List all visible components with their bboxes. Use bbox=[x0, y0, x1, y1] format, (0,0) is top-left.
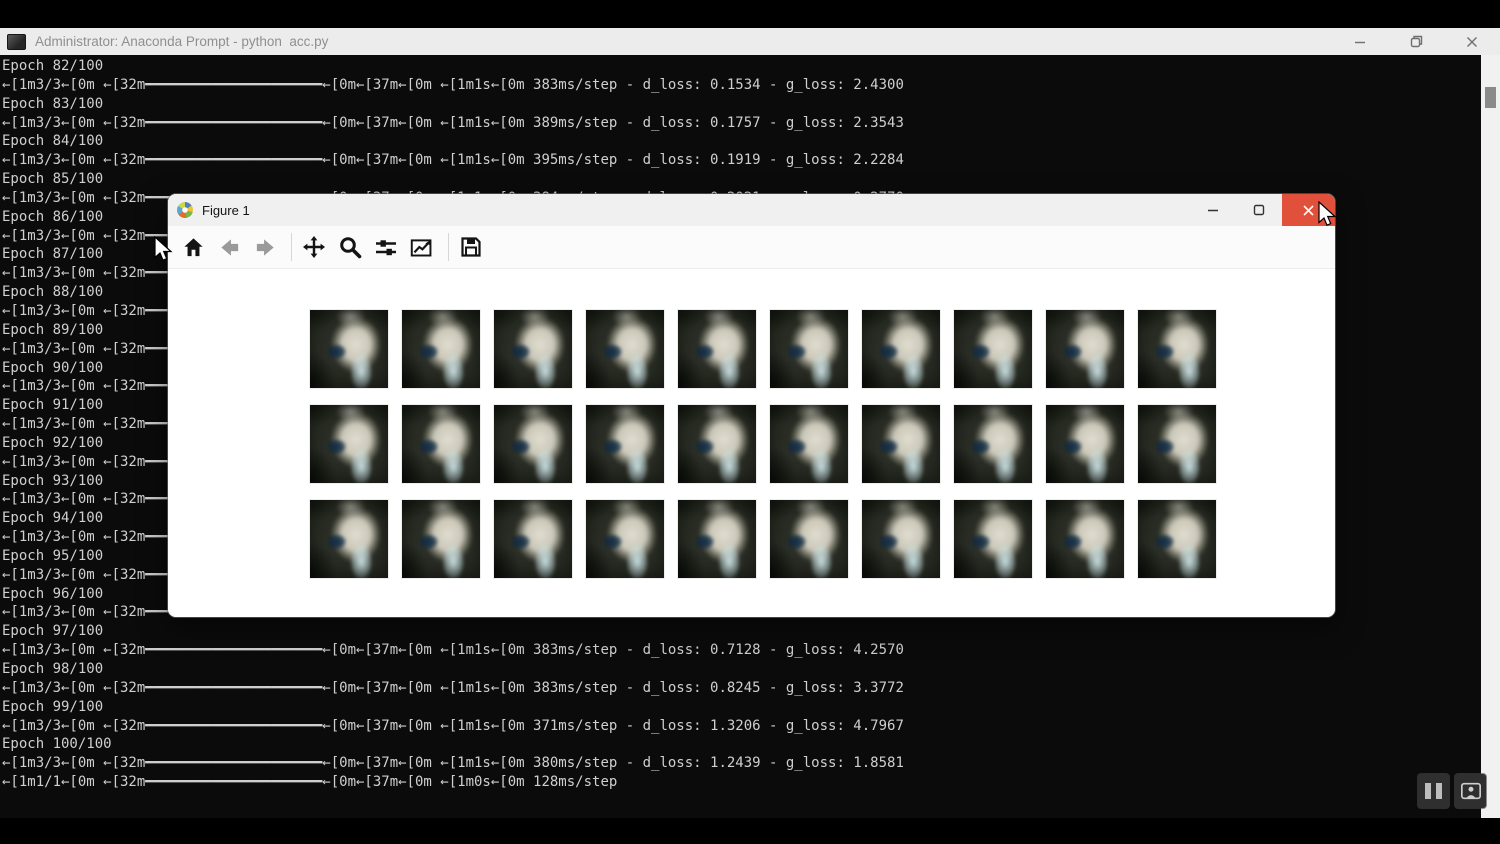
terminal-line: Epoch 97/100 bbox=[2, 622, 1481, 641]
generated-image-tile bbox=[494, 405, 572, 483]
terminal-minimize-button[interactable] bbox=[1332, 28, 1388, 55]
forward-button[interactable] bbox=[253, 235, 277, 259]
generated-image-tile bbox=[1046, 500, 1124, 578]
figure-maximize-button[interactable] bbox=[1236, 194, 1282, 226]
save-button[interactable] bbox=[459, 235, 483, 259]
figure-close-button[interactable] bbox=[1282, 194, 1335, 226]
home-icon bbox=[182, 236, 205, 259]
generated-image-tile bbox=[678, 310, 756, 388]
edit-axes-button[interactable] bbox=[410, 235, 434, 259]
pan-button[interactable] bbox=[302, 235, 326, 259]
presenter-button[interactable] bbox=[1455, 774, 1486, 808]
home-button[interactable] bbox=[181, 235, 205, 259]
generated-image-tile bbox=[586, 500, 664, 578]
generated-image-tile bbox=[678, 405, 756, 483]
terminal-line: ←[1m3/3←[0m ←[32m━━━━━━━━━━━━━━━━━━━━━←[… bbox=[2, 717, 1481, 736]
generated-image-tile bbox=[678, 500, 756, 578]
matplotlib-logo-icon bbox=[177, 202, 193, 218]
scrollbar-thumb[interactable] bbox=[1485, 87, 1496, 108]
generated-image-tile bbox=[954, 310, 1032, 388]
terminal-window-title: Administrator: Anaconda Prompt - python … bbox=[35, 34, 328, 49]
terminal-line: Epoch 85/100 bbox=[2, 170, 1481, 189]
terminal-line: ←[1m3/3←[0m ←[32m━━━━━━━━━━━━━━━━━━━━━←[… bbox=[2, 151, 1481, 170]
figure-title: Figure 1 bbox=[202, 203, 250, 218]
forward-arrow-icon bbox=[254, 236, 277, 259]
terminal-line: Epoch 82/100 bbox=[2, 57, 1481, 76]
back-button[interactable] bbox=[217, 235, 241, 259]
generated-image-grid bbox=[310, 310, 1216, 578]
terminal-close-button[interactable] bbox=[1444, 28, 1500, 55]
terminal-line: ←[1m3/3←[0m ←[32m━━━━━━━━━━━━━━━━━━━━━←[… bbox=[2, 679, 1481, 698]
close-icon bbox=[1466, 36, 1478, 48]
generated-image-tile bbox=[862, 405, 940, 483]
terminal-titlebar: Administrator: Anaconda Prompt - python … bbox=[0, 28, 1500, 55]
console-app-icon bbox=[7, 34, 26, 50]
terminal-line: ←[1m3/3←[0m ←[32m━━━━━━━━━━━━━━━━━━━━━←[… bbox=[2, 76, 1481, 95]
minimize-icon bbox=[1354, 36, 1366, 48]
pan-icon bbox=[302, 235, 326, 259]
generated-image-tile bbox=[954, 405, 1032, 483]
generated-image-tile bbox=[1138, 405, 1216, 483]
configure-subplots-button[interactable] bbox=[374, 235, 398, 259]
terminal-line: ←[1m1/1←[0m ←[32m━━━━━━━━━━━━━━━━━━━━━←[… bbox=[2, 773, 1481, 792]
terminal-line: ←[1m3/3←[0m ←[32m━━━━━━━━━━━━━━━━━━━━━←[… bbox=[2, 754, 1481, 773]
generated-image-tile bbox=[402, 310, 480, 388]
terminal-line: Epoch 84/100 bbox=[2, 132, 1481, 151]
generated-image-tile bbox=[1046, 310, 1124, 388]
zoom-button[interactable] bbox=[338, 235, 362, 259]
generated-image-tile bbox=[770, 500, 848, 578]
generated-image-tile bbox=[310, 405, 388, 483]
media-overlay bbox=[1418, 774, 1492, 808]
pause-button[interactable] bbox=[1418, 774, 1449, 808]
generated-image-tile bbox=[862, 500, 940, 578]
generated-image-tile bbox=[310, 310, 388, 388]
close-icon bbox=[1302, 204, 1315, 217]
figure-canvas bbox=[168, 269, 1335, 617]
figure-minimize-button[interactable] bbox=[1190, 194, 1236, 226]
generated-image-tile bbox=[494, 500, 572, 578]
generated-image-tile bbox=[1138, 310, 1216, 388]
back-arrow-icon bbox=[218, 236, 241, 259]
generated-image-tile bbox=[954, 500, 1032, 578]
figure-toolbar bbox=[168, 226, 1335, 269]
person-frame-icon bbox=[1460, 781, 1482, 801]
generated-image-tile bbox=[402, 500, 480, 578]
generated-image-tile bbox=[770, 405, 848, 483]
maximize-icon bbox=[1253, 204, 1265, 216]
generated-image-tile bbox=[1046, 405, 1124, 483]
restore-icon bbox=[1410, 35, 1423, 48]
terminal-restore-button[interactable] bbox=[1388, 28, 1444, 55]
terminal-line: Epoch 99/100 bbox=[2, 698, 1481, 717]
terminal-line: ←[1m3/3←[0m ←[32m━━━━━━━━━━━━━━━━━━━━━←[… bbox=[2, 114, 1481, 133]
generated-image-tile bbox=[586, 310, 664, 388]
save-floppy-icon bbox=[459, 235, 483, 259]
sliders-icon bbox=[374, 235, 398, 260]
generated-image-tile bbox=[1138, 500, 1216, 578]
figure-window: Figure 1 bbox=[168, 194, 1335, 617]
minimize-icon bbox=[1207, 204, 1219, 216]
terminal-line: Epoch 100/100 bbox=[2, 735, 1481, 754]
generated-image-tile bbox=[862, 310, 940, 388]
toolbar-separator bbox=[291, 233, 292, 261]
generated-image-tile bbox=[586, 405, 664, 483]
pause-icon bbox=[1425, 783, 1442, 799]
toolbar-separator bbox=[448, 233, 449, 261]
line-chart-icon bbox=[410, 235, 434, 260]
generated-image-tile bbox=[402, 405, 480, 483]
figure-titlebar[interactable]: Figure 1 bbox=[168, 194, 1335, 226]
terminal-line: ←[1m3/3←[0m ←[32m━━━━━━━━━━━━━━━━━━━━━←[… bbox=[2, 641, 1481, 660]
generated-image-tile bbox=[494, 310, 572, 388]
terminal-scrollbar[interactable] bbox=[1481, 55, 1500, 818]
generated-image-tile bbox=[310, 500, 388, 578]
terminal-line: Epoch 83/100 bbox=[2, 95, 1481, 114]
terminal-line: Epoch 98/100 bbox=[2, 660, 1481, 679]
generated-image-tile bbox=[770, 310, 848, 388]
magnifier-icon bbox=[338, 235, 362, 259]
